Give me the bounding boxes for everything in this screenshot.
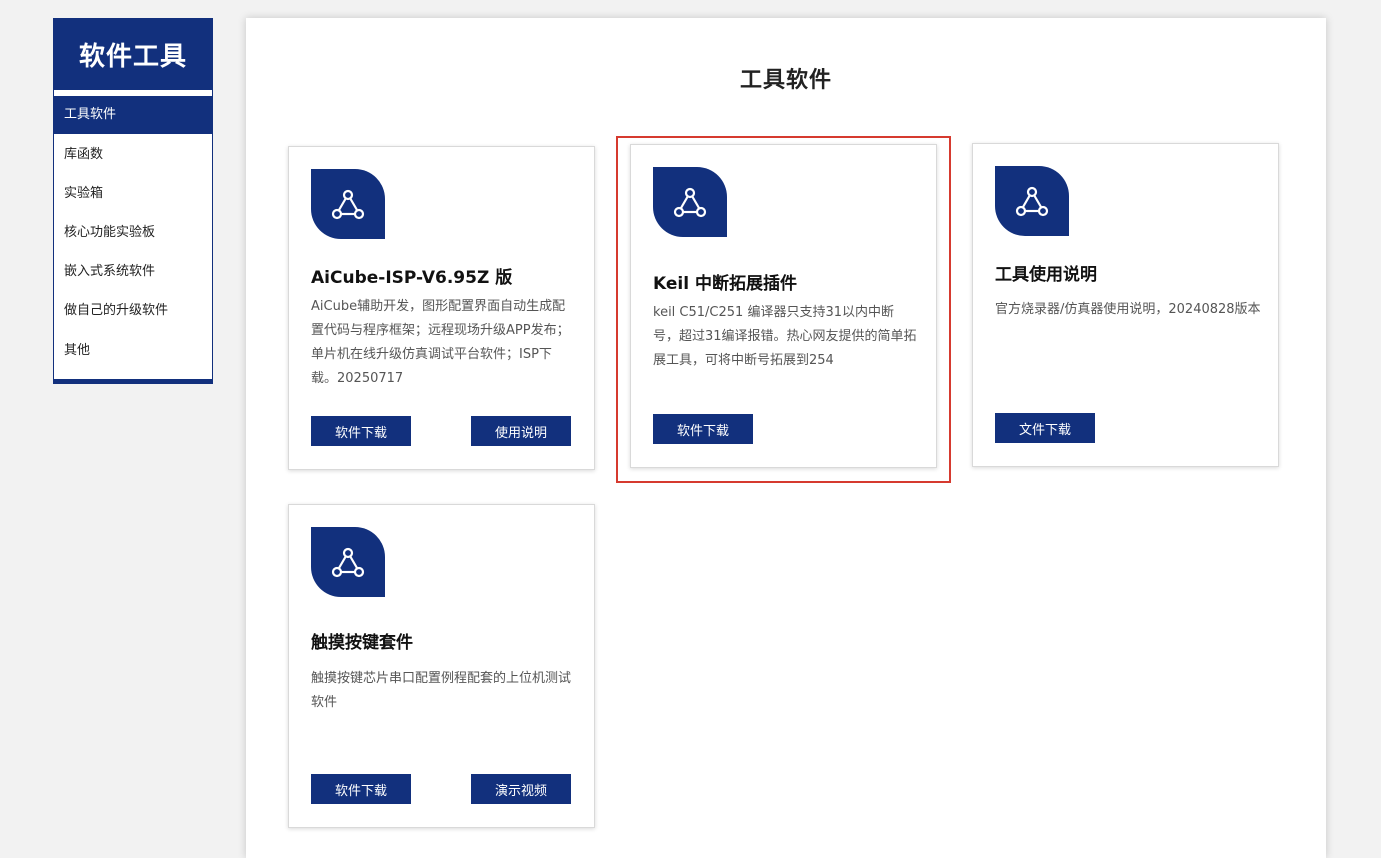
card-description: 触摸按键芯片串口配置例程配套的上位机测试软件	[311, 671, 572, 710]
download-file-button[interactable]: 文件下载	[995, 413, 1095, 443]
download-software-button[interactable]: 软件下载	[311, 416, 411, 446]
sidebar-item-other[interactable]: 其他	[54, 332, 212, 370]
card-touch-key-kit: 触摸按键套件 触摸按键芯片串口配置例程配套的上位机测试软件 软件下载 演示视频	[288, 504, 595, 828]
card-description: keil C51/C251 编译器只支持31以内中断号，超过31编译报错。热心网…	[653, 305, 917, 368]
card-keil-interrupt-plugin: Keil 中断拓展插件 keil C51/C251 编译器只支持31以内中断号，…	[630, 144, 937, 468]
sidebar: 软件工具 工具软件 库函数 实验箱 核心功能实验板 嵌入式系统软件 做自己的升级…	[53, 18, 213, 384]
demo-video-button[interactable]: 演示视频	[471, 774, 571, 804]
card-tool-usage-guide: 工具使用说明 官方烧录器/仿真器使用说明，20240828版本 文件下载	[972, 143, 1279, 467]
webhook-icon	[653, 167, 727, 237]
sidebar-item-core-board[interactable]: 核心功能实验板	[54, 214, 212, 252]
card-title: Keil 中断拓展插件	[653, 274, 797, 294]
usage-guide-button[interactable]: 使用说明	[471, 416, 571, 446]
card-aicube-isp: AiCube-ISP-V6.95Z 版 AiCube辅助开发，图形配置界面自动生…	[288, 146, 595, 470]
webhook-icon	[995, 166, 1069, 236]
sidebar-item-library[interactable]: 库函数	[54, 136, 212, 174]
sidebar-item-embedded[interactable]: 嵌入式系统软件	[54, 253, 212, 291]
download-software-button[interactable]: 软件下载	[653, 414, 753, 444]
card-title: 工具使用说明	[995, 265, 1097, 285]
sidebar-title: 软件工具	[53, 18, 213, 90]
page-title: 工具软件	[739, 68, 832, 93]
card-description: 官方烧录器/仿真器使用说明，20240828版本	[995, 302, 1261, 317]
sidebar-bottom-bar	[53, 379, 213, 384]
sidebar-item-upgrade[interactable]: 做自己的升级软件	[54, 292, 212, 330]
sidebar-item-experiment-box[interactable]: 实验箱	[54, 175, 212, 213]
webhook-icon	[311, 169, 385, 239]
webhook-icon	[311, 527, 385, 597]
card-title: AiCube-ISP-V6.95Z 版	[311, 268, 513, 288]
card-title: 触摸按键套件	[311, 633, 413, 653]
download-software-button[interactable]: 软件下载	[311, 774, 411, 804]
sidebar-item-tools[interactable]: 工具软件	[54, 96, 212, 134]
card-description: AiCube辅助开发，图形配置界面自动生成配置代码与程序框架；远程现场升级APP…	[311, 299, 570, 386]
